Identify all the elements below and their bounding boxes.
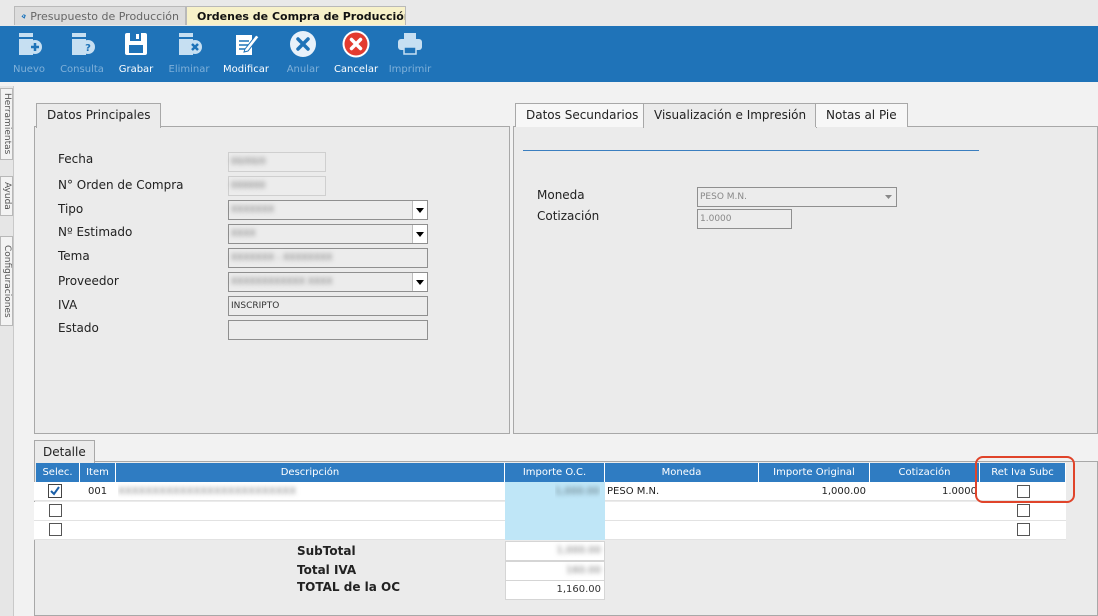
tema-label: Tema xyxy=(58,249,90,263)
cancelar-label: Cancelar xyxy=(333,64,379,75)
consulta-button[interactable]: ? Consulta xyxy=(58,26,106,82)
cotizacion-field[interactable]: 1.0000 xyxy=(697,209,792,229)
modificar-button[interactable]: Modificar xyxy=(220,26,272,82)
close-red-icon xyxy=(342,30,370,58)
col-cotizacion[interactable]: Cotización xyxy=(870,463,980,482)
col-moneda[interactable]: Moneda xyxy=(605,463,759,482)
row-select-checkbox[interactable] xyxy=(49,504,62,517)
check-icon xyxy=(50,486,60,496)
row-importe-original: 1,000.00 xyxy=(821,486,866,497)
tab-ordenes-compra[interactable]: Ordenes de Compra de Producción xyxy=(186,6,406,25)
tab-presupuesto[interactable]: Presupuesto de Producción xyxy=(14,6,186,25)
consulta-label: Consulta xyxy=(60,64,104,75)
imprimir-label: Imprimir xyxy=(388,64,432,75)
estado-label: Estado xyxy=(58,321,99,335)
grabar-button[interactable]: Grabar xyxy=(116,26,156,82)
row-item: 001 xyxy=(88,486,108,497)
tab-label: Presupuesto de Producción xyxy=(30,9,179,23)
fecha-label: Fecha xyxy=(58,152,94,166)
col-importe-original[interactable]: Importe Original xyxy=(759,463,870,482)
rail-tab-configuraciones[interactable]: Configuraciones xyxy=(0,236,13,326)
module-icon xyxy=(21,13,26,19)
col-selec[interactable]: Selec. xyxy=(36,463,80,482)
row-moneda: PESO M.N. xyxy=(607,486,660,497)
toolbar: Nuevo ? Consulta Grabar Eliminar Modific… xyxy=(0,26,1098,82)
iva-field[interactable]: INSCRIPTO xyxy=(228,296,428,316)
cotizacion-label: Cotización xyxy=(537,209,600,223)
total-oc-label: TOTAL de la OC xyxy=(297,580,401,594)
imprimir-button[interactable]: Imprimir xyxy=(388,26,432,82)
total-iva-label: Total IVA xyxy=(297,563,357,577)
ret-iva-checkbox[interactable] xyxy=(1017,504,1030,517)
window-tab-bar: Presupuesto de Producción Ordenes de Com… xyxy=(0,0,1098,26)
estimado-combo[interactable]: XXXX xyxy=(228,224,428,244)
eliminar-button[interactable]: Eliminar xyxy=(166,26,212,82)
nuevo-button[interactable]: Nuevo xyxy=(10,26,48,82)
chevron-down-icon[interactable] xyxy=(412,225,427,243)
row-descripcion: XXXXXXXXXXXXXXXXXXXXXXXXXX xyxy=(118,486,297,497)
total-oc-value: 1,160.00 xyxy=(505,580,605,600)
new-document-icon xyxy=(19,33,42,55)
tab-label: Ordenes de Compra de Producción xyxy=(197,9,406,23)
svg-text:?: ? xyxy=(85,43,91,54)
chevron-down-icon[interactable] xyxy=(412,201,427,219)
datos-secundarios-panel xyxy=(513,126,1098,434)
cancel-circle-icon xyxy=(290,31,316,57)
orden-compra-field[interactable]: 000000 xyxy=(228,176,326,196)
fecha-field[interactable]: 00/00/0 xyxy=(228,152,326,172)
orden-compra-label: N° Orden de Compra xyxy=(58,178,184,192)
grabar-label: Grabar xyxy=(118,64,154,75)
subtotal-value: 1,000.00 xyxy=(505,541,605,561)
ret-iva-highlight-box xyxy=(975,456,1075,503)
nuevo-label: Nuevo xyxy=(12,64,45,75)
modificar-label: Modificar xyxy=(223,64,269,75)
estimado-label: Nº Estimado xyxy=(58,225,133,239)
tab-notas-al-pie[interactable]: Notas al Pie xyxy=(815,103,908,127)
rail-tab-herramientas[interactable]: Herramientas xyxy=(0,88,13,160)
col-descripcion[interactable]: Descripción xyxy=(116,463,505,482)
tab-visualizacion-impresion[interactable]: Visualización e Impresión xyxy=(643,103,818,128)
eliminar-label: Eliminar xyxy=(168,64,210,75)
row-select-checkbox[interactable] xyxy=(49,523,62,536)
chevron-down-icon[interactable] xyxy=(881,188,896,206)
tab-detalle[interactable]: Detalle xyxy=(34,440,95,465)
side-rail: Herramientas Ayuda Configuraciones xyxy=(0,86,14,616)
ret-iva-checkbox[interactable] xyxy=(1017,523,1030,536)
rail-tab-ayuda[interactable]: Ayuda xyxy=(0,176,13,216)
proveedor-combo[interactable]: XXXXXXXXXXXX XXXX xyxy=(228,272,428,292)
cancelar-button[interactable]: Cancelar xyxy=(332,26,380,82)
moneda-label: Moneda xyxy=(537,188,585,202)
row-cotizacion: 1.0000 xyxy=(942,486,977,497)
total-iva-value: 160.00 xyxy=(505,561,605,581)
row-importe-oc: 1,000.00 xyxy=(555,486,600,497)
tipo-label: Tipo xyxy=(58,202,84,216)
edit-pencil-icon xyxy=(236,34,260,55)
moneda-value: PESO M.N. xyxy=(700,192,747,202)
delete-document-icon xyxy=(179,33,202,55)
col-item[interactable]: Item xyxy=(80,463,116,482)
section-divider xyxy=(523,150,979,151)
query-document-icon: ? xyxy=(72,33,95,55)
save-floppy-icon xyxy=(125,33,147,55)
tab-datos-principales[interactable]: Datos Principales xyxy=(36,103,162,128)
col-importe-oc[interactable]: Importe O.C. xyxy=(505,463,605,482)
iva-label: IVA xyxy=(58,298,78,312)
chevron-down-icon[interactable] xyxy=(412,273,427,291)
estado-field[interactable] xyxy=(228,320,428,340)
row-select-checkbox[interactable] xyxy=(48,484,62,498)
subtotal-label: SubTotal xyxy=(297,544,356,558)
tab-datos-secundarios[interactable]: Datos Secundarios xyxy=(515,103,650,127)
anular-label: Anular xyxy=(286,64,320,75)
tipo-combo[interactable]: XXXXXXX xyxy=(228,200,428,220)
printer-icon xyxy=(398,33,422,55)
proveedor-label: Proveedor xyxy=(58,274,119,288)
moneda-combo[interactable]: PESO M.N. xyxy=(697,187,897,207)
tema-field[interactable]: XXXXXXX - XXXXXXXX xyxy=(228,248,428,268)
anular-button[interactable]: Anular xyxy=(283,26,323,82)
